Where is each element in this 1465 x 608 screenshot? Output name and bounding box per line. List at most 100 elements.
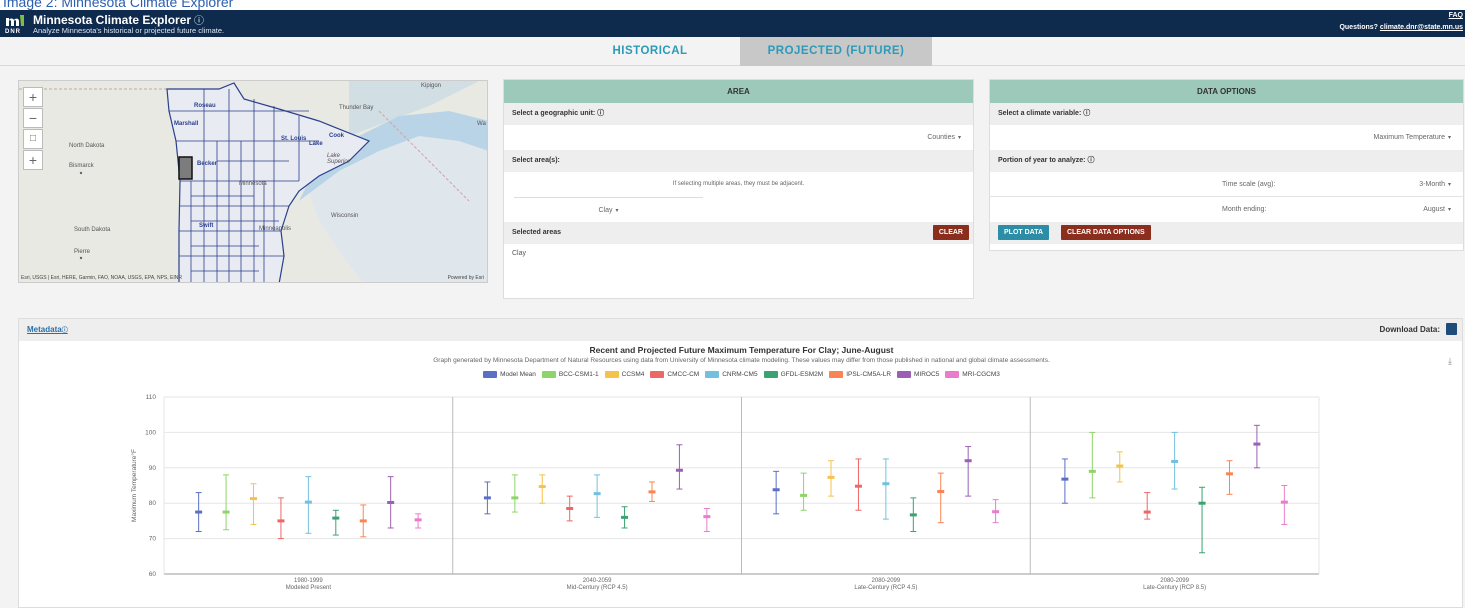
- legend-label: IPSL-CM5A-LR: [846, 371, 892, 379]
- tab-historical[interactable]: HISTORICAL: [560, 37, 740, 66]
- geo-unit-select[interactable]: Counties ▾: [504, 125, 973, 150]
- map-label: Swift: [199, 223, 214, 229]
- area-panel: AREA Select a geographic unit: ⓘ Countie…: [503, 79, 974, 299]
- contact-email-link[interactable]: climate.dnr@state.mn.us: [1380, 24, 1463, 31]
- legend-label: CMCC-CM: [667, 371, 700, 379]
- map-label: Pierre: [74, 249, 91, 255]
- variable-label: Select a climate variable: ⓘ: [990, 103, 1463, 125]
- chart-download-icon[interactable]: ⤓: [1448, 356, 1452, 367]
- mean-marker: [538, 485, 546, 489]
- add-area-button[interactable]: +: [23, 150, 43, 170]
- legend-label: MIROC5: [914, 371, 940, 379]
- legend-item[interactable]: BCC-CSM1-1: [541, 371, 599, 378]
- map-attribution: Esri, USGS | Esri, HERE, Garmin, FAO, NO…: [21, 275, 182, 281]
- time-scale-label: Time scale (avg):: [1222, 181, 1276, 188]
- mean-marker: [1061, 477, 1069, 481]
- mean-marker: [304, 500, 312, 504]
- x-tick-label: Late-Century (RCP 8.5): [1143, 585, 1206, 591]
- variable-select[interactable]: Maximum Temperature ▾: [990, 125, 1463, 150]
- legend-item[interactable]: MIROC5: [897, 371, 939, 378]
- mean-marker: [359, 519, 367, 523]
- selected-county-clay[interactable]: [178, 156, 193, 180]
- legend-label: GFDL-ESM2M: [780, 371, 824, 379]
- area-select[interactable]: Clay ▾: [514, 197, 703, 222]
- data-options-heading: DATA OPTIONS: [990, 80, 1463, 103]
- legend-swatch: [483, 371, 498, 378]
- mean-marker: [222, 510, 230, 514]
- mean-marker: [483, 496, 491, 500]
- map-label: Marshall: [174, 121, 199, 127]
- legend-swatch: [763, 371, 778, 378]
- map-label: Thunder Bay: [339, 105, 374, 111]
- legend-item[interactable]: CMCC-CM: [650, 371, 699, 378]
- app-subtitle: Analyze Minnesota's historical or projec…: [33, 26, 225, 35]
- x-tick-label: 2040-2059: [583, 578, 612, 584]
- legend-item[interactable]: Model Mean: [483, 371, 536, 378]
- map-label: Minnesota: [239, 181, 267, 187]
- mean-marker: [621, 515, 629, 519]
- legend-item[interactable]: MRI-CGCM3: [945, 371, 1000, 378]
- month-ending-label: Month ending:: [1222, 206, 1267, 213]
- app-title: Minnesota Climate Explorer ⓘ: [33, 13, 205, 27]
- y-tick-label: 110: [146, 394, 157, 401]
- month-ending-row[interactable]: Month ending: August ▾: [990, 197, 1463, 222]
- zoom-in-button[interactable]: +: [23, 87, 43, 107]
- legend-item[interactable]: IPSL-CM5A-LR: [829, 371, 891, 378]
- county-map[interactable]: + − □ + Kipigon Thunder Bay Wa North Dak…: [18, 80, 488, 283]
- mean-marker: [992, 510, 1000, 514]
- mean-marker: [703, 515, 711, 519]
- mean-marker: [800, 493, 808, 497]
- x-tick-label: Late-Century (RCP 4.5): [854, 585, 917, 591]
- results-header: Metadataⓘ Download Data:: [19, 319, 1462, 341]
- tab-bar: HISTORICAL PROJECTED (FUTURE): [0, 37, 1465, 66]
- info-icon[interactable]: ⓘ: [62, 328, 68, 334]
- chart-legend: Model Mean BCC-CSM1-1 CCSM4 CMCC-CM CNRM-CM5…: [19, 371, 1464, 378]
- map-label: Roseau: [194, 103, 216, 109]
- image-caption: Image 2: Minnesota Climate Explorer: [0, 0, 1465, 10]
- mean-marker: [1088, 469, 1096, 473]
- download-icon[interactable]: [1446, 323, 1457, 335]
- legend-label: MRI-CGCM3: [962, 371, 1000, 379]
- legend-swatch: [829, 371, 844, 378]
- chevron-down-icon: ▾: [1447, 135, 1451, 141]
- chevron-down-icon: ▾: [615, 208, 619, 214]
- time-scale-row[interactable]: Time scale (avg): 3-Month ▾: [990, 172, 1463, 197]
- adjacent-note: If selecting multiple areas, they must b…: [672, 181, 805, 187]
- plot-data-button[interactable]: PLOT DATA: [998, 225, 1050, 240]
- y-tick-label: 90: [149, 465, 157, 472]
- faq-link[interactable]: FAQ: [1449, 12, 1463, 19]
- map-label: Lake: [309, 141, 323, 147]
- map-label: Cook: [329, 133, 344, 139]
- selected-areas-header: Selected areas CLEAR: [504, 222, 973, 244]
- map-label: Becker: [197, 161, 218, 167]
- month-ending-select[interactable]: August: [1423, 206, 1445, 213]
- legend-label: CNRM-CM5: [722, 371, 758, 379]
- map-label: North Dakota: [69, 143, 105, 149]
- mean-marker: [566, 507, 574, 511]
- map-label: Minneapolis: [259, 226, 292, 232]
- legend-swatch: [541, 371, 556, 378]
- download-label: Download Data:: [1379, 325, 1440, 334]
- mean-marker: [909, 513, 917, 517]
- results-panel: Metadataⓘ Download Data: Recent and Proj…: [18, 318, 1463, 608]
- legend-item[interactable]: GFDL-ESM2M: [763, 371, 824, 379]
- dnr-wordmark: DNR: [5, 29, 21, 35]
- clear-data-options-button[interactable]: CLEAR DATA OPTIONS: [1061, 225, 1151, 240]
- x-tick-label: 1980-1999: [294, 578, 323, 584]
- draw-box-button[interactable]: □: [23, 129, 43, 149]
- tab-projected[interactable]: PROJECTED (FUTURE): [740, 37, 932, 66]
- chart-plot: 60 70 80 90 100 110 Maximum Temperature°F 1980-…: [130, 394, 1320, 591]
- legend-item[interactable]: CNRM-CM5: [705, 371, 758, 379]
- mean-marker: [937, 490, 945, 494]
- clear-button[interactable]: CLEAR: [932, 225, 969, 240]
- chart-title: Recent and Projected Future Maximum Temp…: [589, 345, 894, 355]
- zoom-out-button[interactable]: −: [23, 108, 43, 128]
- mean-marker: [827, 475, 835, 479]
- area-heading: AREA: [504, 80, 973, 103]
- legend-swatch: [705, 371, 720, 378]
- time-scale-select[interactable]: 3-Month: [1419, 181, 1445, 188]
- metadata-link[interactable]: Metadataⓘ: [27, 325, 68, 334]
- y-tick-label: 80: [149, 500, 157, 507]
- mean-marker: [1253, 442, 1261, 446]
- legend-item[interactable]: CCSM4: [604, 371, 644, 378]
